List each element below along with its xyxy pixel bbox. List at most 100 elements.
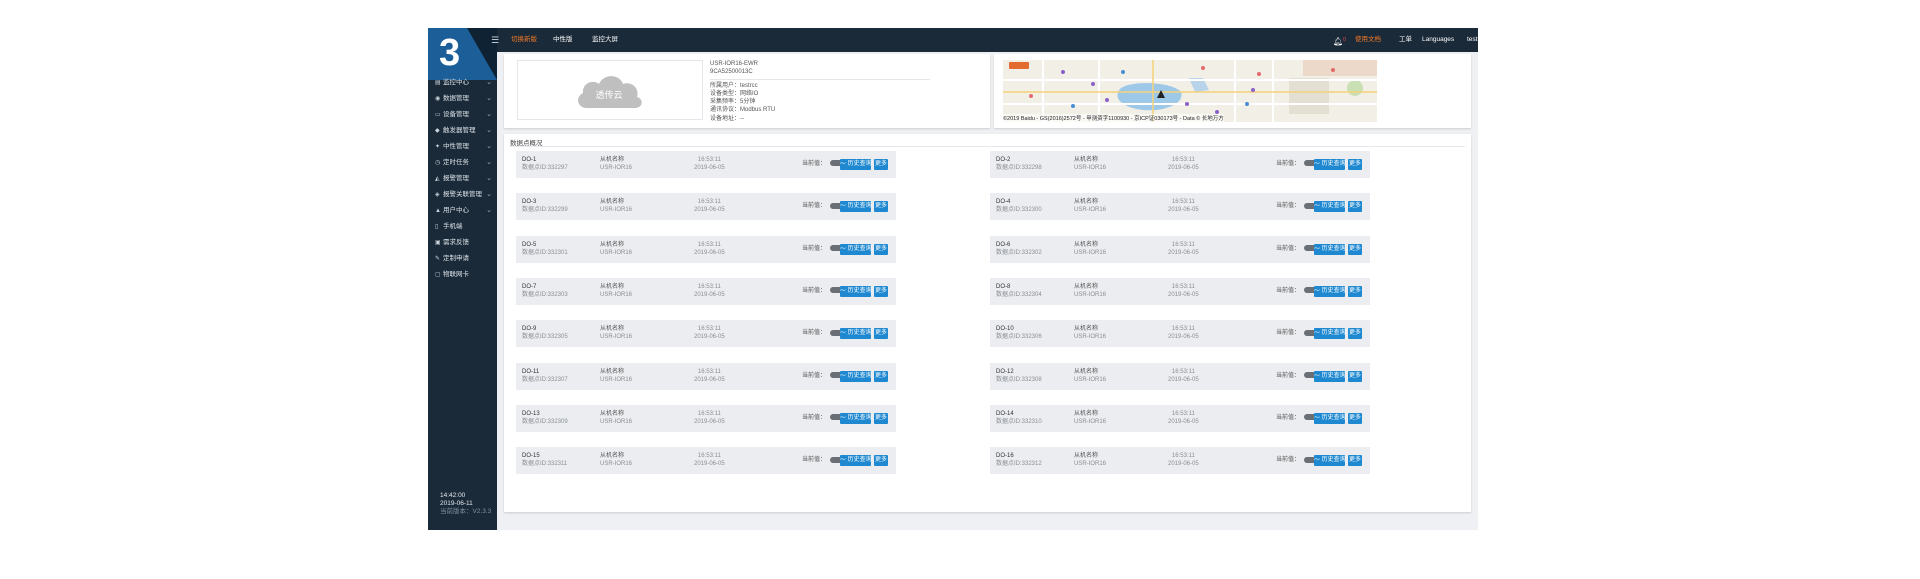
history-button[interactable]: ⁓ 历史查询 [1314,412,1346,424]
current-value-label: 当前值： [1276,414,1301,421]
history-button[interactable]: ⁓ 历史查询 [1314,285,1346,297]
history-button[interactable]: ⁓ 历史查询 [840,328,872,340]
more-button[interactable]: 更多 [874,201,888,213]
more-button[interactable]: 更多 [1348,412,1362,424]
more-button[interactable]: 更多 [874,370,888,382]
datapoint-row: DO-5 数据点ID:332301 从机名称 USR-IOR16 16:53:1… [516,235,896,263]
update-time: 16:53:11 [697,453,721,460]
trigger-icon: ◆ [435,128,440,134]
history-button[interactable]: ⁓ 历史查询 [1314,201,1346,213]
update-time: 16:53:11 [1171,453,1195,460]
sidebar-item[interactable]: ▲ 用户中心 ⌄ [428,203,497,219]
nav-dashboard[interactable]: 监控大屏 [592,28,618,52]
more-button[interactable]: 更多 [874,412,888,424]
more-button[interactable]: 更多 [1348,455,1362,467]
language-menu[interactable]: Languages [1422,28,1454,52]
card-icon: ▢ [435,272,441,278]
sidebar-item[interactable]: ▤ 监控中心 ⌄ [428,75,497,91]
datapoint-id: 数据点ID:332307 [522,376,568,383]
datapoint-row: DO-15 数据点ID:332311 从机名称 USR-IOR16 16:53:… [516,447,896,475]
history-button[interactable]: ⁓ 历史查询 [840,370,872,382]
device-type: 设备类型：网络IO [710,90,759,97]
more-button[interactable]: 更多 [1348,370,1362,382]
more-button[interactable]: 更多 [874,328,888,340]
more-button[interactable]: 更多 [1348,159,1362,170]
slave-model: USR-IOR16 [600,461,633,468]
more-button[interactable]: 更多 [1348,201,1362,213]
slave-model: USR-IOR16 [1074,207,1107,214]
datapoint-row: DO-14 数据点ID:332310 从机名称 USR-IOR16 16:53:… [990,404,1370,432]
history-button[interactable]: ⁓ 历史查询 [840,243,872,255]
sidebar-item[interactable]: ▣ 需求反馈 [428,235,497,251]
docs-link[interactable]: 使用文档 [1355,28,1381,52]
logo[interactable]: 3 [428,28,497,80]
update-date: 2019-06-05 [1168,249,1199,256]
sidebar-item[interactable]: ✎ 定制申请 [428,251,497,267]
more-button[interactable]: 更多 [874,243,888,255]
sidebar-item[interactable]: ◈ 报警关联管理 ⌄ [428,187,497,203]
current-value-label: 当前值： [1276,161,1301,167]
update-date: 2019-06-05 [694,461,725,468]
bell-icon[interactable]: 🔔︎0 [1333,28,1346,52]
more-button[interactable]: 更多 [1348,328,1362,340]
current-value-label: 当前值： [1276,245,1301,252]
sidebar-item[interactable]: ▭ 设备管理 ⌄ [428,107,497,123]
current-value-label: 当前值： [802,330,827,337]
datapoint-name: DO-15 [522,453,540,460]
sidebar-item[interactable]: ◭ 报警管理 ⌄ [428,171,497,187]
sidebar-item[interactable]: ◷ 定时任务 ⌄ [428,155,497,171]
sidebar-item[interactable]: ✦ 中性管理 ⌄ [428,139,497,155]
history-button[interactable]: ⁓ 历史查询 [840,455,872,467]
clock-date: 2019-06-11 [440,500,473,507]
nav-neutral[interactable]: 中性版 [553,28,573,52]
menu-toggle-icon[interactable]: ☰ [491,28,499,52]
history-button[interactable]: ⁓ 历史查询 [840,159,872,170]
history-label: 历史查询 [847,414,872,421]
monitor-icon: ▤ [435,80,441,86]
sidebar-item[interactable]: ▯ 手机端 [428,219,497,235]
sidebar-item[interactable]: ◆ 触发器管理 ⌄ [428,123,497,139]
datapoint-name: DO-11 [522,368,540,375]
history-button[interactable]: ⁓ 历史查询 [1314,159,1346,170]
history-button[interactable]: ⁓ 历史查询 [1314,370,1346,382]
update-time: 16:53:11 [1171,326,1195,333]
map-view[interactable]: ©2019 Baidu - GS(2016)2572号 - 甲测资字110093… [1003,60,1377,122]
more-button[interactable]: 更多 [874,159,888,170]
history-button[interactable]: ⁓ 历史查询 [840,412,872,424]
slave-model: USR-IOR16 [600,249,633,256]
nav-switch-new[interactable]: 切换新版 [511,28,537,52]
datapoint-row: DO-1 数据点ID:332297 从机名称 USR-IOR16 16:53:1… [516,151,896,178]
more-button[interactable]: 更多 [1348,285,1362,297]
more-button[interactable]: 更多 [874,455,888,467]
slave-name: 从机名称 [1074,241,1099,248]
device-card: 透传云 USR-IOR16-EWR 9CA52500013C 所属用户：test… [504,54,990,128]
user-menu[interactable]: testrcc [1467,28,1478,52]
app-window: 3 ▤ 监控中心 ⌄ ◉ 数据管理 ⌄ ▭ 设备管理 ⌄ ◆ 触发器管理 ⌄ ✦ 中性管理 ⌄ ◷ 定时任务 ⌄ ◭… [428,28,1478,530]
history-button[interactable]: ⁓ 历史查询 [1314,455,1346,467]
sidebar-item[interactable]: ◉ 数据管理 ⌄ [428,91,497,107]
history-label: 历史查询 [1321,457,1346,464]
tickets-link[interactable]: 工单 [1399,28,1412,52]
slave-name: 从机名称 [600,410,625,417]
sidebar-item-label: 物联网卡 [443,271,469,278]
current-value-label: 当前值： [802,161,827,167]
version-label: 当前版本：V2.3.3 [440,508,492,515]
device-owner: 所属用户：testrcc [710,82,758,89]
slave-model: USR-IOR16 [600,376,633,383]
slave-name: 从机名称 [600,326,625,333]
update-time: 16:53:11 [1171,283,1195,290]
sidebar-item-label: 设备管理 [443,111,469,118]
map-graphic [1003,60,1377,122]
slave-model: USR-IOR16 [1074,165,1107,171]
chevron-down-icon: ⌄ [486,159,492,166]
slave-model: USR-IOR16 [600,418,633,425]
update-date: 2019-06-05 [1168,461,1199,468]
sidebar-item[interactable]: ▢ 物联网卡 [428,267,497,283]
history-button[interactable]: ⁓ 历史查询 [1314,243,1346,255]
more-button[interactable]: 更多 [1348,243,1362,255]
history-button[interactable]: ⁓ 历史查询 [840,285,872,297]
datapoint-id: 数据点ID:332303 [522,291,568,298]
more-button[interactable]: 更多 [874,285,888,297]
history-button[interactable]: ⁓ 历史查询 [840,201,872,213]
history-button[interactable]: ⁓ 历史查询 [1314,328,1346,340]
